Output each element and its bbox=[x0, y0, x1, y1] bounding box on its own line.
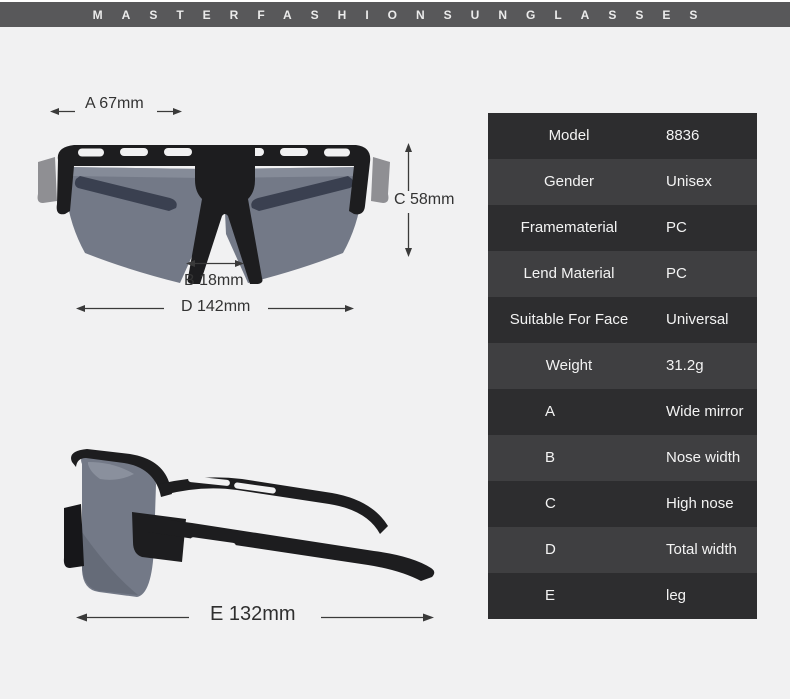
dim-b-double-arrow-icon bbox=[186, 258, 244, 269]
dimension-c-label: C 58mm bbox=[394, 191, 454, 209]
row-value: Total width bbox=[666, 527, 757, 573]
lower-temple-arm bbox=[148, 517, 434, 581]
table-row: Gender Unisex bbox=[488, 159, 757, 205]
row-label: A bbox=[488, 389, 650, 435]
dim-e-right-arrow-icon bbox=[321, 611, 434, 624]
table-row: Lend Material PC bbox=[488, 251, 757, 297]
dim-d-right-arrow-icon bbox=[268, 303, 354, 314]
dimension-d-label: D 142mm bbox=[181, 298, 250, 316]
brand-text: MASTERFASHIONSUNGLASSES bbox=[74, 8, 717, 22]
row-value: 31.2g bbox=[666, 343, 757, 389]
table-row: A Wide mirror bbox=[488, 389, 757, 435]
row-value: Wide mirror bbox=[666, 389, 757, 435]
row-label: Lend Material bbox=[488, 251, 650, 297]
row-label: D bbox=[488, 527, 650, 573]
right-hinge-icon bbox=[371, 157, 390, 203]
brand-bar: MASTERFASHIONSUNGLASSES bbox=[0, 2, 790, 27]
row-value: 8836 bbox=[666, 113, 757, 159]
row-value: High nose bbox=[666, 481, 757, 527]
dim-d-left-arrow-icon bbox=[76, 303, 164, 314]
row-value: Universal bbox=[666, 297, 757, 343]
dim-e-left-arrow-icon bbox=[76, 611, 189, 624]
dim-a-right-arrow-icon bbox=[156, 106, 182, 117]
row-value: Nose width bbox=[666, 435, 757, 481]
product-detail-page: MASTERFASHIONSUNGLASSES A 67mm bbox=[0, 0, 790, 699]
row-label: E bbox=[488, 573, 650, 619]
row-label: Weight bbox=[488, 343, 650, 389]
dimension-b-label: B 18mm bbox=[184, 272, 244, 290]
dimension-a-label: A 67mm bbox=[85, 95, 144, 113]
spec-table: Model 8836 Gender Unisex Framematerial P… bbox=[488, 113, 757, 619]
left-hinge-icon bbox=[38, 157, 57, 203]
row-value: leg bbox=[666, 573, 757, 619]
row-label: C bbox=[488, 481, 650, 527]
table-row: B Nose width bbox=[488, 435, 757, 481]
row-label: Model bbox=[488, 113, 650, 159]
sunglasses-side-image bbox=[52, 422, 442, 607]
row-value: Unisex bbox=[666, 159, 757, 205]
row-label: Gender bbox=[488, 159, 650, 205]
table-row: Weight 31.2g bbox=[488, 343, 757, 389]
dim-c-up-arrow-icon bbox=[402, 143, 415, 191]
table-row: Suitable For Face Universal bbox=[488, 297, 757, 343]
row-label: Framematerial bbox=[488, 205, 650, 251]
row-label: Suitable For Face bbox=[488, 297, 650, 343]
table-row: E leg bbox=[488, 573, 757, 619]
dim-c-down-arrow-icon bbox=[402, 213, 415, 257]
row-value: PC bbox=[666, 251, 757, 297]
table-row: Framematerial PC bbox=[488, 205, 757, 251]
table-row: D Total width bbox=[488, 527, 757, 573]
dim-a-left-arrow-icon bbox=[50, 106, 76, 117]
table-row: Model 8836 bbox=[488, 113, 757, 159]
dimension-e-label: E 132mm bbox=[210, 603, 296, 626]
row-label: B bbox=[488, 435, 650, 481]
side-left-block bbox=[64, 504, 84, 568]
table-row: C High nose bbox=[488, 481, 757, 527]
row-value: PC bbox=[666, 205, 757, 251]
